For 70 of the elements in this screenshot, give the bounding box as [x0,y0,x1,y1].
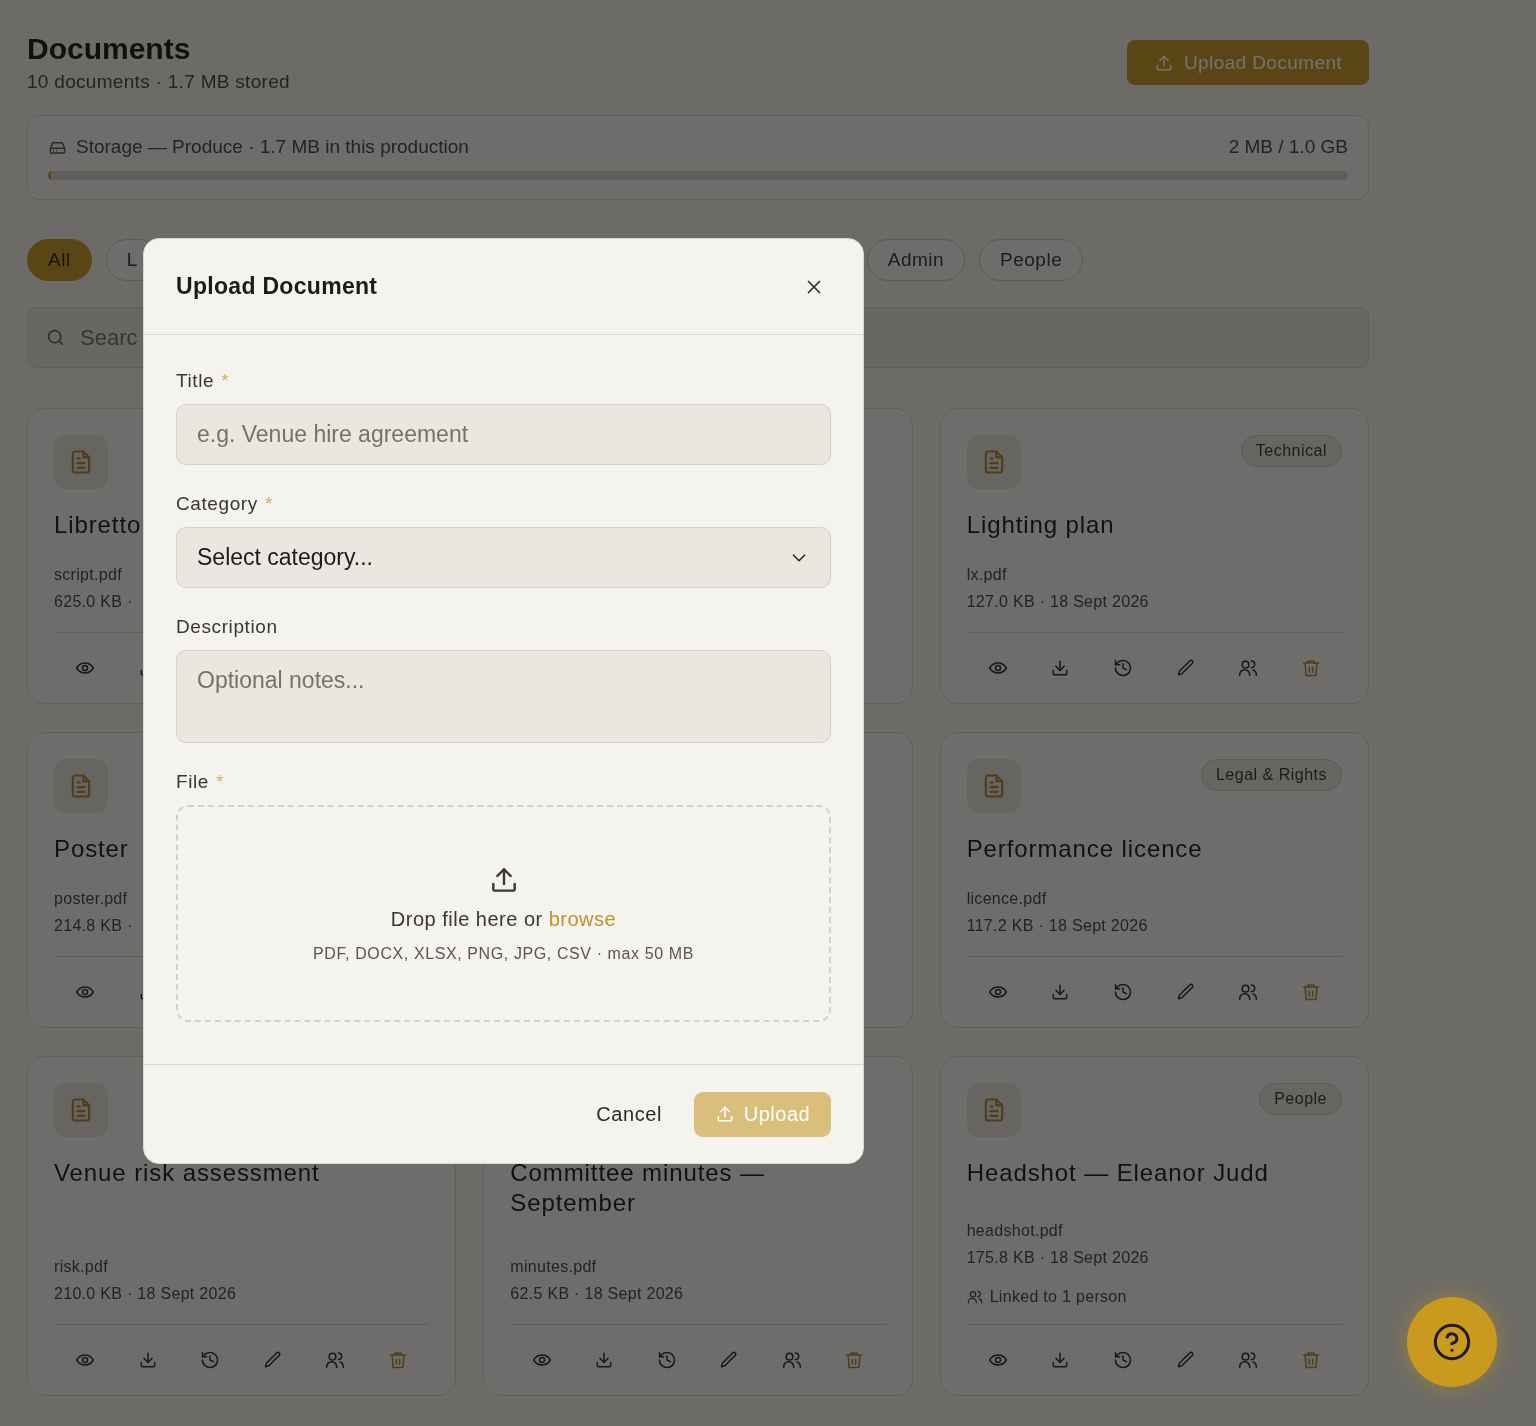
storage-usage: 2 MB / 1.0 GB [1228,136,1348,158]
field-label: Category [176,493,258,515]
file-types-hint: PDF, DOCX, XLSX, PNG, JPG, CSV · max 50 MB [313,945,694,963]
file-meta: 214.8 KB · [54,916,133,936]
file-name: licence.pdf [966,889,1047,909]
page-subtitle: 10 documents · 1.7 MB stored [27,71,290,93]
file-meta: 175.8 KB · 18 Sept 2026 [966,1248,1149,1268]
users-icon[interactable] [1238,1350,1259,1370]
pencil-icon[interactable] [1175,982,1196,1002]
pencil-icon[interactable] [262,1350,283,1370]
file-meta: 62.5 KB · 18 Sept 2026 [510,1284,684,1304]
filter-chip[interactable]: People [979,239,1084,281]
file-name: risk.pdf [54,1257,108,1277]
required-mark: * [221,370,230,392]
upload-document-button[interactable]: Upload Document [1127,40,1369,85]
title-input[interactable]: e.g. Venue hire agreement [176,404,831,465]
help-icon [1432,1322,1472,1362]
file-name: minutes.pdf [510,1257,597,1277]
users-icon[interactable] [781,1350,802,1370]
required-mark: * [216,771,224,793]
document-title: Headshot — Eleanor Judd [966,1158,1270,1188]
linked-people: Linked to 1 person [989,1287,1127,1307]
trash-icon[interactable] [1300,658,1321,678]
users-icon [966,1289,983,1305]
document-title: Libretto [54,510,143,540]
trash-icon[interactable] [388,1350,409,1370]
browse-link[interactable]: browse [548,908,617,931]
trash-icon[interactable] [1300,1350,1321,1370]
history-icon[interactable] [1113,982,1134,1002]
document-title: Venue risk assessment [54,1158,321,1188]
pencil-icon[interactable] [1175,1350,1196,1370]
trash-icon[interactable] [844,1350,865,1370]
required-mark: * [264,493,273,515]
file-name: poster.pdf [54,889,128,909]
history-icon[interactable] [1113,658,1134,678]
users-icon[interactable] [1238,982,1259,1002]
file-name: lx.pdf [966,565,1007,585]
users-icon[interactable] [325,1350,346,1370]
document-title: Performance licence [966,834,1204,864]
filter-chip[interactable]: Admin [866,239,966,281]
document-title: Committee minutes — September [510,1158,766,1218]
file-meta: 127.0 KB · 18 Sept 2026 [966,592,1149,612]
category-select[interactable]: Select category... [176,527,831,588]
page-title: Documents [27,32,192,66]
storage-label: Storage — Produce · 1.7 MB in this production [76,136,469,158]
file-meta: 625.0 KB · [54,592,133,612]
field-label: Description [176,616,278,638]
drop-prompt: Drop file here or [390,908,543,931]
file-name: script.pdf [54,565,122,585]
cancel-button[interactable]: Cancel [582,1092,676,1136]
history-icon[interactable] [200,1350,221,1370]
pencil-icon[interactable] [1175,658,1196,678]
file-meta: 117.2 KB · 18 Sept 2026 [966,916,1148,936]
file-name: headshot.pdf [966,1221,1063,1241]
field-label: File [176,771,209,793]
dialog-title: Upload Document [176,273,378,300]
file-meta: 210.0 KB · 18 Sept 2026 [54,1284,237,1304]
document-title: Poster [54,834,130,864]
category-tag: Technical [1240,435,1342,467]
description-input[interactable]: Optional notes... [176,650,831,743]
history-icon[interactable] [656,1350,677,1370]
trash-icon[interactable] [1300,982,1321,1002]
field-label: Title [176,370,215,392]
filter-chip[interactable]: All [27,239,92,281]
category-tag: Legal & Rights [1200,759,1342,791]
document-title: Lighting plan [966,510,1116,540]
file-drop-zone[interactable]: Drop file here or browse PDF, DOCX, XLSX, PNG, JPG, CSV · max 50 MB [176,805,831,1022]
users-icon[interactable] [1238,658,1259,678]
category-tag: People [1259,1083,1342,1115]
history-icon[interactable] [1113,1350,1134,1370]
